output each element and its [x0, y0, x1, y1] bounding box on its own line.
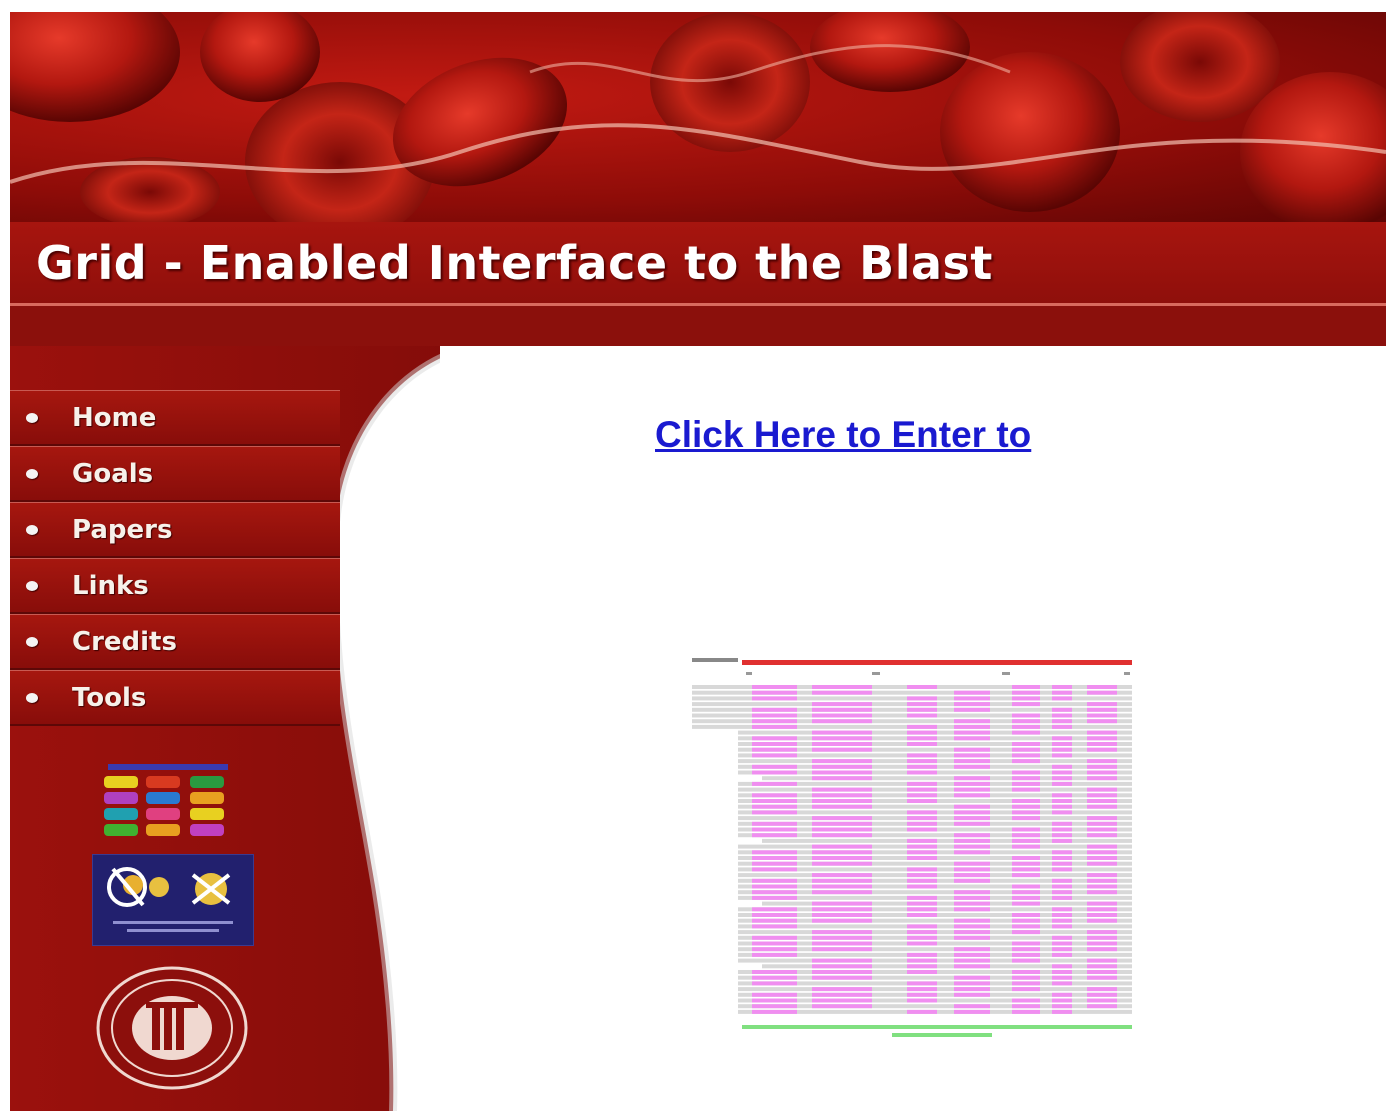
sequence-alignment-image	[692, 655, 1132, 1045]
sidebar-nav: Home Goals Papers Links Credits Tools	[10, 390, 340, 726]
sidebar-item-label: Credits	[72, 626, 177, 657]
sidebar-item-label: Papers	[72, 514, 173, 545]
sidebar-item-credits[interactable]: Credits	[10, 614, 340, 670]
bullet-icon	[26, 636, 38, 647]
bullet-icon	[26, 468, 38, 479]
sidebar-item-papers[interactable]: Papers	[10, 502, 340, 558]
sidebar-item-links[interactable]: Links	[10, 558, 340, 614]
bullet-icon	[26, 580, 38, 591]
blood-cells-banner	[10, 12, 1386, 222]
bullet-icon	[26, 524, 38, 535]
page-title: Grid - Enabled Interface to the Blast	[36, 236, 993, 290]
header-band	[10, 306, 1386, 346]
bullet-icon	[26, 692, 38, 703]
bullet-icon	[26, 412, 38, 423]
sidebar-item-tools[interactable]: Tools	[10, 670, 340, 726]
page: Grid - Enabled Interface to the Blast Ho…	[10, 12, 1386, 1111]
sidebar-item-home[interactable]: Home	[10, 390, 340, 446]
enter-link[interactable]: Click Here to Enter to	[655, 414, 1031, 456]
sidebar-item-label: Home	[72, 402, 157, 433]
sidebar-item-goals[interactable]: Goals	[10, 446, 340, 502]
sidebar: Home Goals Papers Links Credits Tools	[10, 346, 440, 1111]
title-bar: Grid - Enabled Interface to the Blast	[10, 222, 1386, 306]
sidebar-item-label: Goals	[72, 458, 154, 489]
color-blocks-logo[interactable]	[98, 764, 238, 844]
sidebar-item-label: Tools	[72, 682, 147, 713]
university-seal-logo[interactable]	[96, 966, 248, 1090]
sidebar-item-label: Links	[72, 570, 149, 601]
partner-logo[interactable]	[92, 854, 254, 946]
